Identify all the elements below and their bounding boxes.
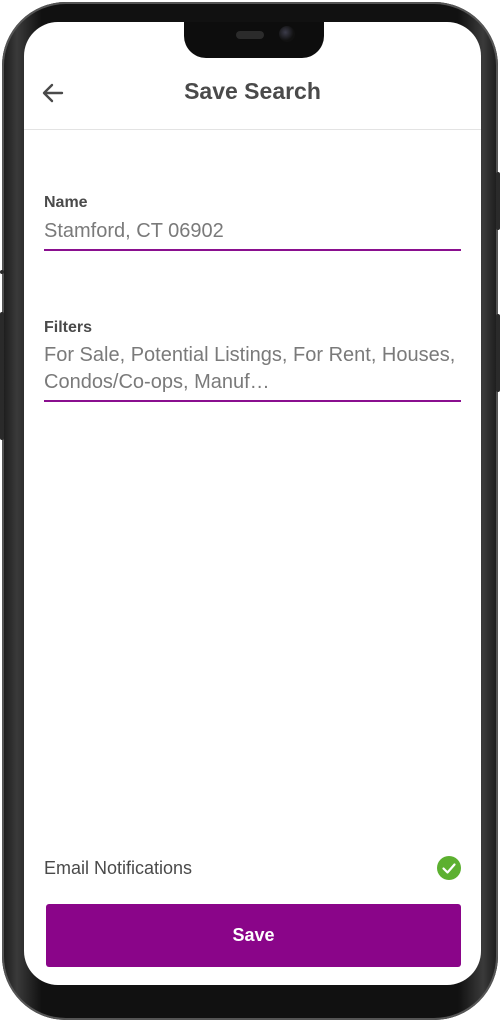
app-header: Save Search [24,60,481,130]
phone-frame: Save Search Name Stamford, CT 06902 Filt… [0,2,500,1020]
email-notifications-row[interactable]: Email Notifications [44,856,461,882]
email-notifications-label: Email Notifications [44,858,193,878]
front-camera [279,26,295,42]
side-button-right-alert [496,172,500,230]
notch [184,22,324,58]
check-circle-icon[interactable] [437,856,461,880]
page-title: Save Search [184,78,321,104]
filters-label: Filters [44,319,93,336]
screen: Save Search Name Stamford, CT 06902 Filt… [24,22,481,985]
name-label: Name [44,194,88,211]
side-button-left-volume [0,312,4,440]
filters-field[interactable]: For Sale, Potential Listings, For Rent, … [44,342,461,402]
side-button-left-top [0,270,4,274]
save-button[interactable]: Save [46,904,461,967]
speaker-grille [236,31,264,39]
checkmark-icon [442,863,456,874]
side-button-right-power [496,314,500,392]
name-field[interactable]: Stamford, CT 06902 [44,218,461,251]
